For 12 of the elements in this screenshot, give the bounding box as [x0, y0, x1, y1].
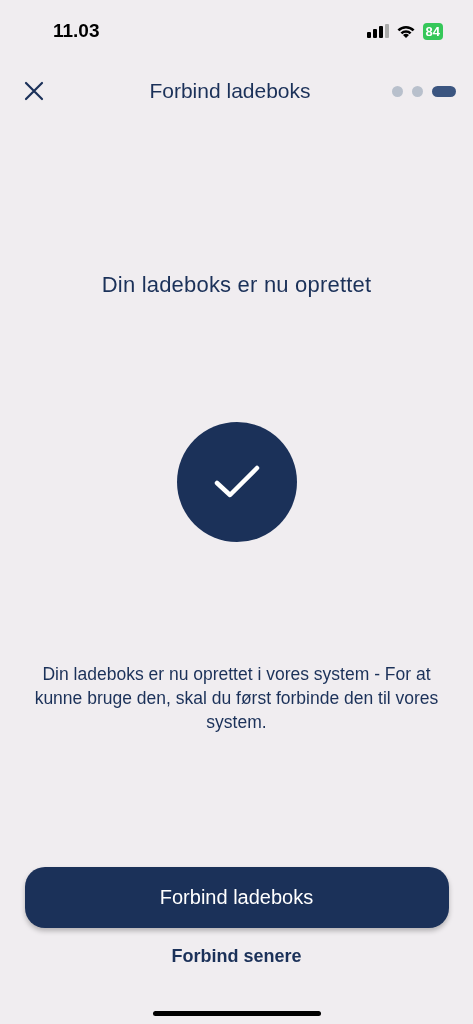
- description-text: Din ladeboks er nu oprettet i vores system - For at kunne bruge den, skal du først forbinde den til vores system.: [33, 663, 440, 734]
- success-heading: Din ladeboks er nu oprettet: [101, 272, 372, 298]
- connect-later-link[interactable]: Forbind senere: [171, 946, 302, 967]
- signal-icon: [366, 24, 389, 38]
- status-time: 11.03: [53, 20, 101, 42]
- screen-title: Forbind ladeboks: [148, 79, 312, 103]
- wifi-icon: [395, 24, 416, 38]
- battery-level: 84: [422, 22, 443, 40]
- close-button[interactable]: [24, 81, 44, 101]
- checkmark-icon: [213, 465, 260, 499]
- close-icon: [24, 81, 44, 101]
- connect-button[interactable]: Forbind ladeboks: [24, 867, 449, 928]
